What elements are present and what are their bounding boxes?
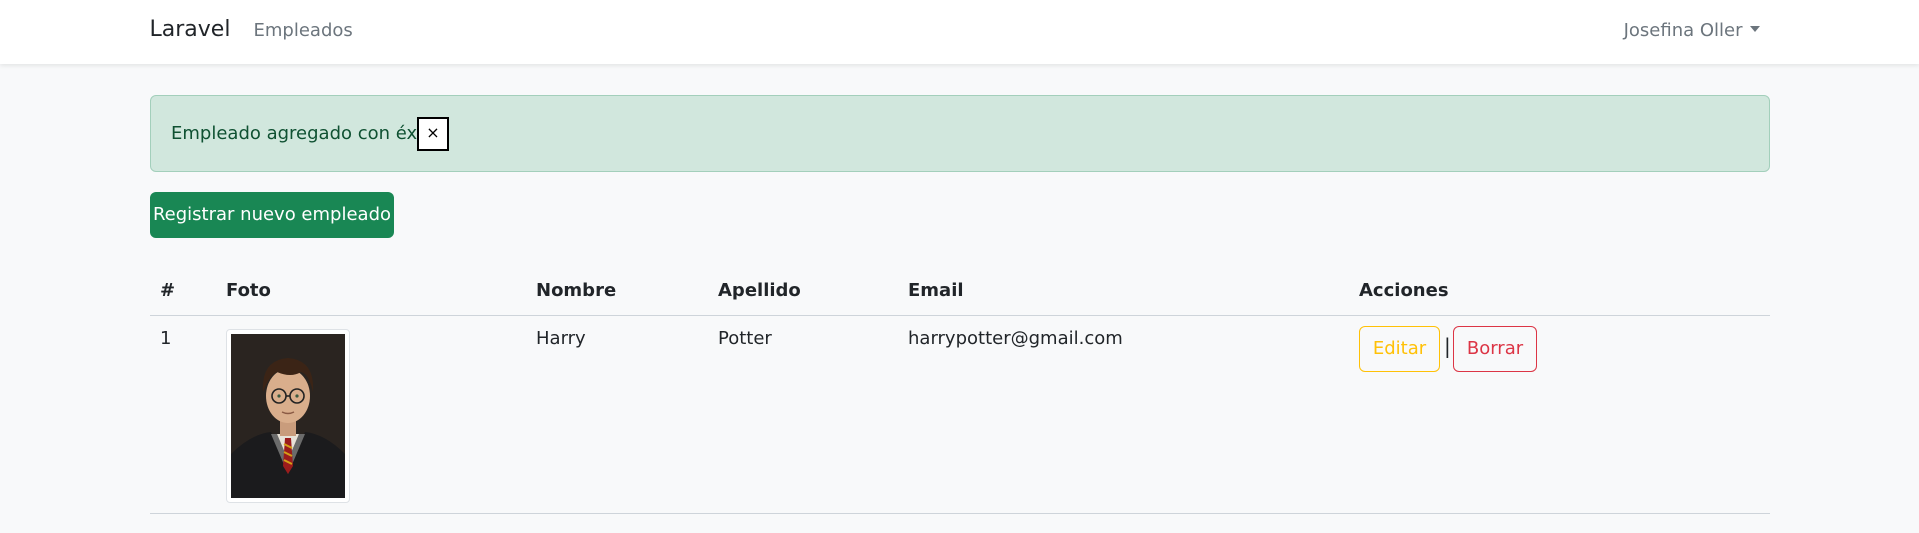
- delete-button[interactable]: Borrar: [1453, 326, 1537, 372]
- action-separator: |: [1444, 334, 1451, 358]
- brand-link[interactable]: Laravel: [150, 17, 231, 42]
- header-nombre: Nombre: [536, 280, 617, 301]
- header-apellido: Apellido: [718, 280, 801, 301]
- portrait-icon: [231, 334, 345, 498]
- employee-photo-image: [231, 334, 345, 498]
- create-employee-button[interactable]: Registrar nuevo empleado: [150, 192, 394, 238]
- success-alert: Empleado agregado con éxito ×: [150, 95, 1770, 172]
- edit-button[interactable]: Editar: [1359, 326, 1440, 372]
- alert-close-button[interactable]: ×: [417, 117, 449, 151]
- alert-message: Empleado agregado con éxito: [171, 123, 441, 144]
- user-name: Josefina Oller: [1623, 20, 1743, 41]
- user-dropdown[interactable]: Josefina Oller: [1624, 20, 1760, 41]
- cell-email: harrypotter@gmail.com: [908, 328, 1123, 349]
- table-row-divider: [150, 513, 1770, 514]
- header-foto: Foto: [226, 280, 271, 301]
- navbar: Laravel Empleados Josefina Oller: [0, 0, 1919, 64]
- table-header-divider: [150, 315, 1770, 316]
- employee-photo: [226, 329, 350, 503]
- cell-id: 1: [160, 328, 172, 349]
- header-acciones: Acciones: [1359, 280, 1449, 301]
- caret-down-icon: [1749, 26, 1760, 32]
- nav-link-empleados[interactable]: Empleados: [254, 20, 353, 41]
- cell-nombre: Harry: [536, 328, 586, 349]
- header-email: Email: [908, 280, 964, 301]
- cell-apellido: Potter: [718, 328, 772, 349]
- header-id: #: [160, 280, 176, 301]
